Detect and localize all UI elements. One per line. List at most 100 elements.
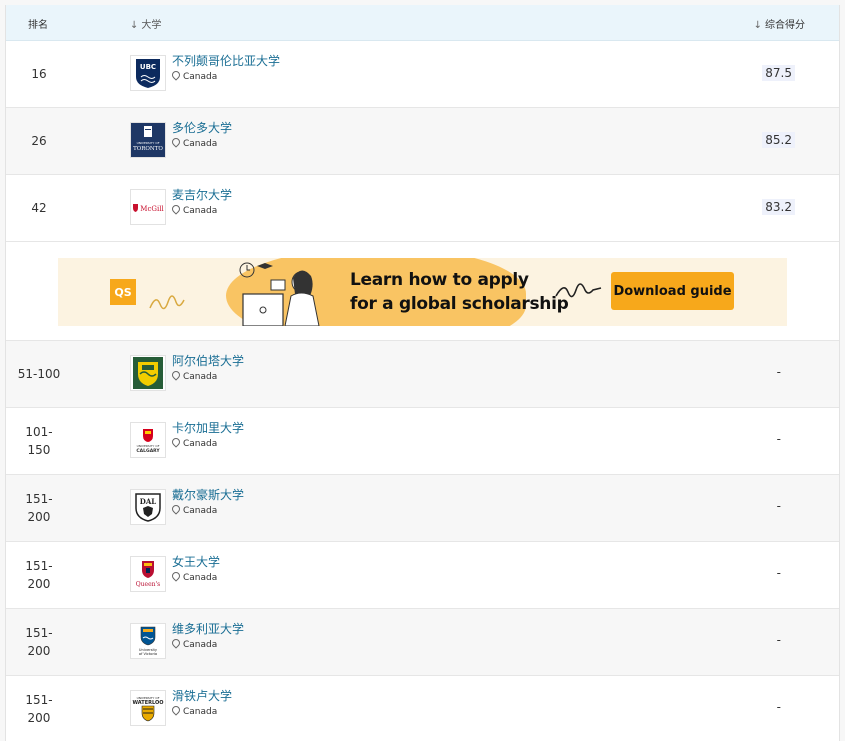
toronto-small-text: UNIVERSITY OF <box>137 141 160 145</box>
overall-score: - <box>776 432 781 446</box>
rank-value-start: 151- <box>25 559 53 573</box>
table-row[interactable]: 101- 150 UNIVERSITY OF CALGARY 卡尔加里大学 Can… <box>6 408 839 475</box>
sort-arrow-icon: ↓ <box>130 20 139 31</box>
country-label: Canada <box>170 503 218 516</box>
country-label: Canada <box>170 69 218 82</box>
rank-value-start: 151- <box>25 693 53 707</box>
ubc-logo-text: UBC <box>140 63 156 71</box>
overall-score: 85.2 <box>762 132 795 148</box>
table-row[interactable]: 51-100 阿尔伯塔大学 Canada - <box>6 341 839 408</box>
table-row[interactable]: 42 McGill 麦吉尔大学 Canada 83.2 <box>6 175 839 242</box>
table-row[interactable]: 26 UNIVERSITY OF TORONTO 多伦多大学 Canada 85… <box>6 108 839 175</box>
country-text: Canada <box>183 439 218 449</box>
dalhousie-logo[interactable]: DAL <box>130 489 166 525</box>
waterloo-big-text: WATERLOO <box>133 700 164 706</box>
table-row[interactable]: 151- 200 DAL 戴尔豪斯大学 Canada - <box>6 475 839 542</box>
rank-column-header[interactable]: 排名 <box>28 16 48 31</box>
squiggle-icon <box>149 295 185 310</box>
location-pin-icon <box>170 369 182 381</box>
queens-logo[interactable]: Queen's <box>130 556 166 592</box>
table-row[interactable]: 151- 200 University of Victoria 维多利亚大学 Ca… <box>6 609 839 676</box>
mcgill-logo[interactable]: McGill <box>130 189 166 225</box>
country-label: Canada <box>170 369 218 382</box>
country-label: Canada <box>170 203 218 216</box>
country-text: Canada <box>183 372 218 382</box>
country-text: Canada <box>183 640 218 650</box>
sort-arrow-icon: ↓ <box>753 20 762 31</box>
calgary-big-text: CALGARY <box>136 448 160 454</box>
university-name-link[interactable]: 女王大学 <box>172 553 220 570</box>
rank-value: 151- 200 <box>6 475 72 541</box>
university-name-link[interactable]: 阿尔伯塔大学 <box>172 352 244 369</box>
score-column-header[interactable]: ↓ 综合得分 <box>754 16 805 31</box>
location-pin-icon <box>170 69 182 81</box>
banner-line-1: Learn how to apply <box>350 270 529 290</box>
waterloo-logo[interactable]: UNIVERSITY OF WATERLOO <box>130 690 166 726</box>
country-text: Canada <box>183 707 218 717</box>
student-illustration-icon <box>239 262 320 326</box>
university-name-link[interactable]: 多伦多大学 <box>172 119 232 136</box>
alberta-logo[interactable] <box>130 355 166 391</box>
country-text: Canada <box>183 139 218 149</box>
victoria-logo[interactable]: University of Victoria <box>130 623 166 659</box>
rank-value: 151- 200 <box>6 676 72 741</box>
location-pin-icon <box>170 570 182 582</box>
dal-logo-text: DAL <box>140 497 157 506</box>
overall-score: - <box>776 700 781 714</box>
rank-value-end: 150 <box>27 443 51 457</box>
rank-value-end: 200 <box>27 644 51 658</box>
table-row[interactable]: 16 UBC 不列颠哥伦比亚大学 Canada 87.5 <box>6 41 839 108</box>
location-pin-icon <box>170 203 182 215</box>
table-row[interactable]: 151- 200 Queen's 女王大学 Canada - <box>6 542 839 609</box>
toronto-big-text: TORONTO <box>133 146 163 152</box>
rank-value: 26 <box>31 134 47 148</box>
country-text: Canada <box>183 506 218 516</box>
score-header-label: 综合得分 <box>765 20 805 31</box>
university-name-link[interactable]: 麦吉尔大学 <box>172 186 232 203</box>
table-row[interactable]: 151- 200 UNIVERSITY OF WATERLOO 滑铁卢大学 Can… <box>6 676 839 741</box>
scholarship-banner[interactable]: QS Learn how to apply for a global schol… <box>58 258 787 326</box>
country-label: Canada <box>170 436 218 449</box>
university-name-link[interactable]: 维多利亚大学 <box>172 620 244 637</box>
country-label: Canada <box>170 136 218 149</box>
rank-value-end: 200 <box>27 510 51 524</box>
rank-value-start: 151- <box>25 626 53 640</box>
overall-score: - <box>776 633 781 647</box>
squiggle-arrow-icon <box>555 283 602 298</box>
overall-score: 83.2 <box>762 199 795 215</box>
rank-value: 101- 150 <box>6 408 72 474</box>
country-text: Canada <box>183 573 218 583</box>
calgary-small-text: UNIVERSITY OF <box>137 444 160 448</box>
mcgill-logo-text: McGill <box>140 205 164 213</box>
university-name-link[interactable]: 滑铁卢大学 <box>172 687 232 704</box>
overall-score: - <box>776 365 781 379</box>
university-name-link[interactable]: 戴尔豪斯大学 <box>172 486 244 503</box>
rank-value-end: 200 <box>27 711 51 725</box>
rank-value-end: 200 <box>27 577 51 591</box>
country-label: Canada <box>170 637 218 650</box>
ubc-logo[interactable]: UBC <box>130 55 166 91</box>
country-label: Canada <box>170 704 218 717</box>
university-header-label: 大学 <box>141 20 162 31</box>
download-guide-button[interactable]: Download guide <box>611 272 734 310</box>
calgary-logo[interactable]: UNIVERSITY OF CALGARY <box>130 422 166 458</box>
location-pin-icon <box>170 136 182 148</box>
location-pin-icon <box>170 436 182 448</box>
overall-score: - <box>776 499 781 513</box>
overall-score: - <box>776 566 781 580</box>
country-text: Canada <box>183 206 218 216</box>
country-text: Canada <box>183 72 218 82</box>
university-name-link[interactable]: 卡尔加里大学 <box>172 419 244 436</box>
rank-value: 151- 200 <box>6 542 72 608</box>
university-column-header[interactable]: ↓ 大学 <box>130 16 161 31</box>
victoria-text-2: of Victoria <box>139 652 157 656</box>
rank-value: 51-100 <box>17 367 61 381</box>
ranking-table: 排名 ↓ 大学 ↓ 综合得分 16 UBC 不列颠哥伦比亚大学 Canada 87.… <box>5 5 840 741</box>
overall-score: 87.5 <box>762 65 795 81</box>
university-name-link[interactable]: 不列颠哥伦比亚大学 <box>172 52 280 69</box>
location-pin-icon <box>170 637 182 649</box>
toronto-logo[interactable]: UNIVERSITY OF TORONTO <box>130 122 166 158</box>
rank-value: 42 <box>31 201 47 215</box>
rank-value-start: 151- <box>25 492 53 506</box>
qs-logo: QS <box>110 279 136 305</box>
